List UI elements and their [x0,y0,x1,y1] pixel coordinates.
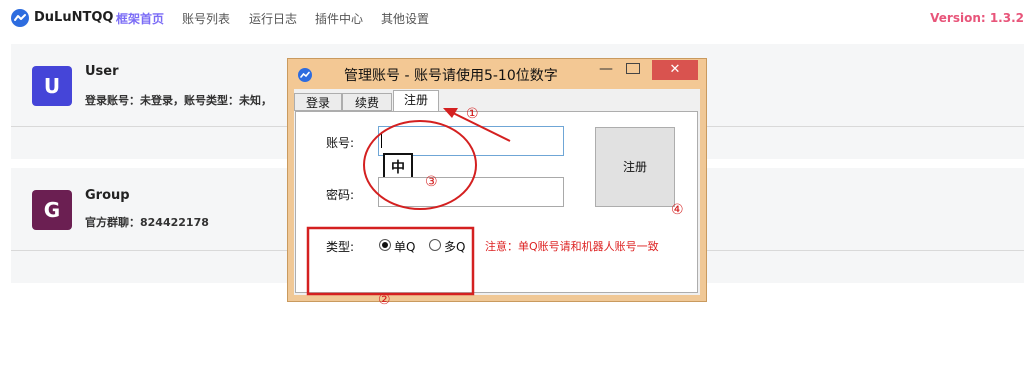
account-input[interactable] [378,126,564,156]
group-card-title: Group [85,188,130,203]
app-name: DuLuNTQQ [34,10,114,25]
nav-item-settings[interactable]: 其他设置 [381,10,429,27]
user-card-title: User [85,64,119,79]
multi-q-label: 多Q [444,240,466,254]
annotation-marker-2: ② [378,292,391,308]
maximize-button[interactable] [626,63,640,74]
top-nav-bar: DuLuNTQQ 框架首页 账号列表 运行日志 插件中心 其他设置 Versio… [0,0,1024,36]
nav-item-home[interactable]: 框架首页 [116,10,164,27]
password-input[interactable] [378,177,564,207]
version-label: Version: 1.3.2 [930,11,1024,25]
app-logo-icon [11,9,29,27]
register-tab-panel: 账号: 中 密码: 注册 类型: 单Q 多Q 注意：单Q账号请和机器人账号一致 [295,111,698,293]
nav-item-account-list[interactable]: 账号列表 [182,10,230,27]
group-card-subtitle: 官方群聊：824422178 [85,216,209,229]
type-label: 类型: [326,240,355,254]
user-avatar: U [32,66,72,106]
nav-item-plugins[interactable]: 插件中心 [315,10,363,27]
annotation-marker-3: ③ [425,174,438,190]
tab-login[interactable]: 登录 [294,93,342,111]
minimize-button[interactable]: — [595,61,617,81]
annotation-marker-1: ① [466,106,479,122]
dialog-title: 管理账号 - 账号请使用5-10位数字 [344,68,558,84]
account-label: 账号: [326,136,355,150]
tab-register[interactable]: 注册 [393,90,439,112]
user-card-subtitle: 登录账号：未登录，账号类型：未知， [85,94,272,107]
password-label: 密码: [326,188,355,202]
text-caret [381,132,382,148]
single-q-label: 单Q [394,240,416,254]
register-note: 注意：单Q账号请和机器人账号一致 [485,240,659,253]
tab-renew[interactable]: 续费 [342,93,392,111]
dialog-titlebar[interactable]: 管理账号 - 账号请使用5-10位数字 — ✕ [288,59,706,89]
close-button[interactable]: ✕ [652,60,698,80]
nav-item-logs[interactable]: 运行日志 [249,10,297,27]
annotation-marker-4: ④ [671,202,684,218]
single-q-radio[interactable] [379,239,391,251]
group-avatar: G [32,190,72,230]
dialog-app-icon [298,68,312,82]
manage-account-dialog: 管理账号 - 账号请使用5-10位数字 — ✕ 登录 续费 注册 账号: 中 密… [287,58,707,302]
multi-q-radio[interactable] [429,239,441,251]
register-button[interactable]: 注册 [595,127,675,207]
dialog-body: 登录 续费 注册 账号: 中 密码: 注册 类型: 单Q 多Q 注意：单Q账号请… [294,89,700,295]
